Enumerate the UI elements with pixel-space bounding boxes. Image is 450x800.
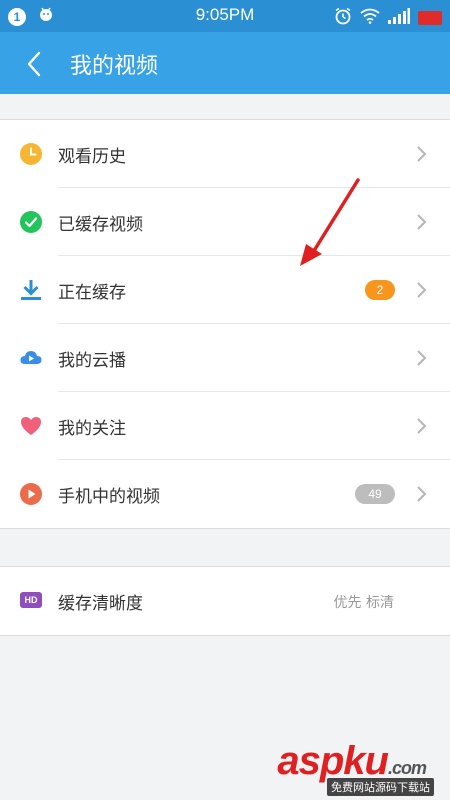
chevron-right-icon xyxy=(416,349,428,367)
menu-item-cloud-play[interactable]: 我的云播 xyxy=(0,324,450,392)
chevron-right-icon xyxy=(416,145,428,163)
chevron-right-icon xyxy=(416,485,428,503)
settings-section: HD 缓存清晰度 优先 标清 xyxy=(0,566,450,636)
wifi-icon xyxy=(360,8,380,28)
menu-item-label: 缓存清晰度 xyxy=(58,594,143,614)
back-arrow-icon xyxy=(27,51,41,77)
menu-item-cached-videos[interactable]: 已缓存视频 xyxy=(0,188,450,256)
menu-item-label: 我的关注 xyxy=(58,419,126,439)
watermark-brand-suffix: .com xyxy=(387,758,427,778)
status-bar: 1 9:05PM xyxy=(0,0,450,32)
chevron-right-icon xyxy=(416,281,428,299)
menu-item-label: 已缓存视频 xyxy=(58,215,143,235)
local-videos-count-badge: 49 xyxy=(355,484,395,504)
chevron-right-icon xyxy=(416,417,428,435)
menu-item-label: 我的云播 xyxy=(58,351,126,371)
watermark-subtitle: 免费网站源码下载站 xyxy=(327,778,434,796)
menu-item-watch-history[interactable]: 观看历史 xyxy=(0,120,450,188)
cloud-play-icon xyxy=(20,347,42,369)
signal-icon xyxy=(388,8,410,28)
heart-icon xyxy=(20,415,42,437)
menu-item-caching[interactable]: 正在缓存 2 xyxy=(0,256,450,324)
menu-item-label: 手机中的视频 xyxy=(58,487,160,507)
menu-item-label: 观看历史 xyxy=(58,147,126,167)
caching-count-badge: 2 xyxy=(365,280,395,300)
battery-icon xyxy=(418,11,442,25)
check-circle-icon xyxy=(20,211,42,233)
watermark-logo: aspku.com 免费网站源码下载站 xyxy=(272,738,442,798)
play-circle-icon xyxy=(20,483,42,505)
page-title: 我的视频 xyxy=(70,54,159,79)
back-button[interactable] xyxy=(14,44,54,84)
menu-item-label: 正在缓存 xyxy=(58,283,126,303)
alarm-icon xyxy=(334,7,352,29)
cache-quality-value: 优先 标清 xyxy=(333,595,394,611)
hd-icon: HD xyxy=(20,592,42,608)
chevron-right-icon xyxy=(416,213,428,231)
menu-item-local-videos[interactable]: 手机中的视频 49 xyxy=(0,460,450,528)
menu-item-cache-quality[interactable]: HD 缓存清晰度 优先 标清 xyxy=(0,567,450,635)
menu-item-following[interactable]: 我的关注 xyxy=(0,392,450,460)
watermark-brand-ku: ku xyxy=(343,739,389,783)
video-menu-list: 观看历史 已缓存视频 正在缓存 2 我的云播 我的关注 手机中的视频 49 xyxy=(0,119,450,529)
download-icon xyxy=(20,279,42,301)
app-bar: 我的视频 xyxy=(0,32,450,94)
watermark-brand-asp: asp xyxy=(277,739,344,783)
clock-icon xyxy=(20,143,42,165)
